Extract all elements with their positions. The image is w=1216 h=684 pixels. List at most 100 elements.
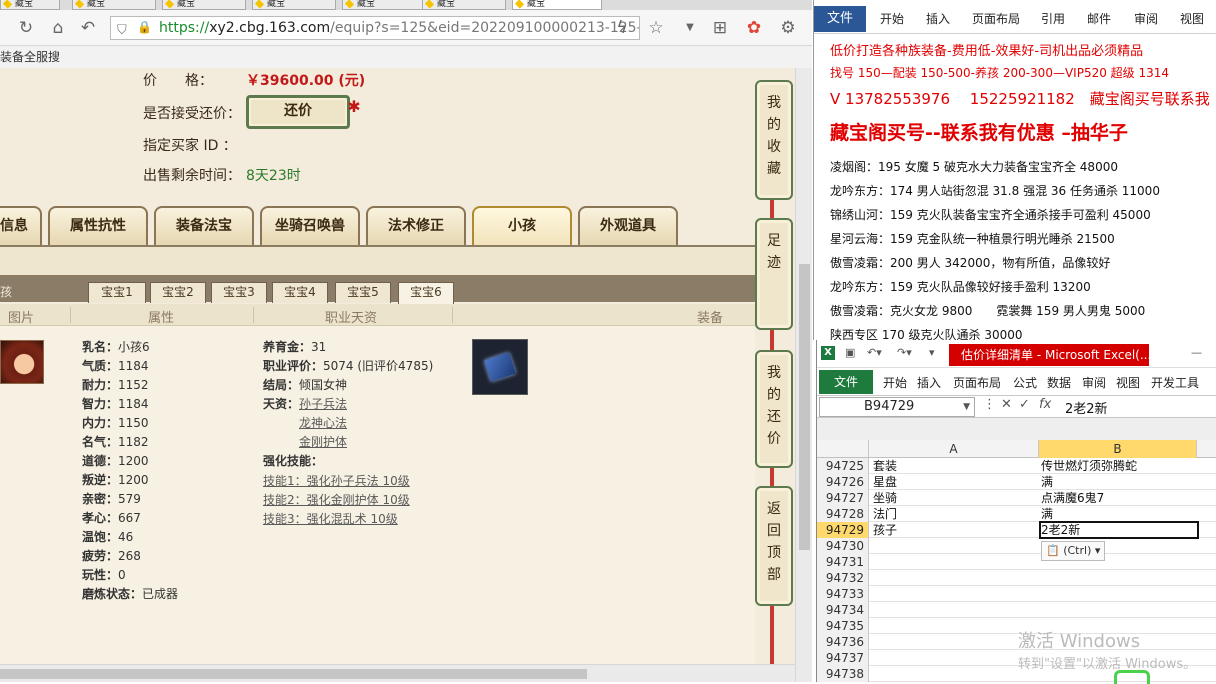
table-row[interactable]: 94726 星盘 满 — [817, 474, 1216, 490]
table-row[interactable]: 94732 — [817, 570, 1216, 586]
bookmark-item[interactable]: 装备全服搜 — [0, 50, 60, 64]
excel-tab[interactable]: 公式 — [1013, 374, 1037, 391]
baby-tab-3[interactable]: 宝宝3 — [211, 282, 267, 303]
cell-a[interactable]: 坐骑 — [873, 490, 897, 506]
tab-appearance[interactable]: 外观道具 — [578, 206, 678, 246]
tab-spells[interactable]: 法术修正 — [366, 206, 466, 246]
row-number[interactable]: 94728 — [817, 506, 869, 522]
cell-b[interactable]: 点满魔6鬼7 — [1041, 490, 1104, 506]
tab-equipment[interactable]: 装备法宝 — [154, 206, 254, 246]
browser-tab-active[interactable]: 藏宝 — [512, 0, 602, 10]
shield-icon[interactable]: ⛉ — [117, 20, 131, 38]
cell-a[interactable]: 星盘 — [873, 474, 897, 490]
browser-tab[interactable]: 藏宝 — [0, 0, 60, 10]
excel-tab[interactable]: 开始 — [883, 374, 907, 391]
table-row[interactable]: 94736 — [817, 634, 1216, 650]
vertical-scrollbar[interactable] — [795, 68, 812, 682]
equipment-item-icon[interactable] — [472, 339, 528, 395]
skill-link[interactable]: 技能3：强化混乱术 10级 — [263, 510, 398, 527]
horizontal-scrollbar[interactable] — [0, 664, 795, 682]
cancel-icon[interactable]: ✕ — [1001, 397, 1012, 412]
spreadsheet-grid[interactable]: 94725 套装 传世燃灯须弥腾蛇 94726 星盘满 94727 坐骑 点满魔6鬼7 9472… — [817, 458, 1216, 682]
talent-link[interactable]: 孙子兵法 — [299, 397, 347, 411]
tab-attributes[interactable]: 属性抗性 — [48, 206, 148, 246]
cell-a[interactable]: 法门 — [873, 506, 897, 522]
row-number[interactable]: 94727 — [817, 490, 869, 506]
minimize-icon[interactable]: — — [1191, 346, 1202, 359]
talent-link[interactable]: 金刚护体 — [299, 433, 347, 450]
skill-link[interactable]: 技能2：强化金刚护体 10级 — [263, 491, 410, 508]
scroll-thumb[interactable] — [0, 669, 587, 679]
baby-tab-2[interactable]: 宝宝2 — [150, 282, 206, 303]
table-row[interactable]: 94725 套装 传世燃灯须弥腾蛇 — [817, 458, 1216, 474]
baby-tab-1[interactable]: 宝宝1 — [88, 282, 146, 303]
word-tab[interactable]: 插入 — [926, 10, 950, 27]
word-tab[interactable]: 引用 — [1041, 10, 1065, 27]
browser-tab[interactable]: 藏宝 — [342, 0, 426, 10]
row-number[interactable]: 94729 — [817, 522, 869, 538]
baby-tab-6[interactable]: 宝宝6 — [398, 282, 454, 304]
tab-info[interactable]: 信息 — [0, 206, 42, 246]
row-number[interactable]: 94738 — [817, 666, 869, 682]
word-tab[interactable]: 视图 — [1180, 10, 1204, 27]
browser-tab[interactable]: 藏宝 — [252, 0, 336, 10]
word-tab[interactable]: 开始 — [880, 10, 904, 27]
browser-tab[interactable]: 藏宝 — [422, 0, 506, 10]
function-icon[interactable]: fx — [1039, 397, 1051, 412]
paste-options-button[interactable]: 📋 (Ctrl) ▾ — [1041, 541, 1105, 561]
column-header-a[interactable]: A — [869, 440, 1039, 458]
options-icon[interactable]: ⋮ — [983, 397, 996, 412]
table-row[interactable]: 94731 — [817, 554, 1216, 570]
chevron-down-icon[interactable]: ▼ — [680, 18, 700, 38]
table-row[interactable]: 94727 坐骑 点满魔6鬼7 — [817, 490, 1216, 506]
row-number[interactable]: 94731 — [817, 554, 869, 570]
row-number[interactable]: 94725 — [817, 458, 869, 474]
star-icon[interactable]: ☆ — [646, 18, 666, 38]
redo-icon[interactable]: ↷▾ — [897, 346, 912, 359]
excel-tab[interactable]: 数据 — [1047, 374, 1071, 391]
table-row[interactable]: 94733 — [817, 586, 1216, 602]
tab-mounts[interactable]: 坐骑召唤兽 — [260, 206, 360, 246]
table-row[interactable]: 94728 法门 满 — [817, 506, 1216, 522]
row-number[interactable]: 94737 — [817, 650, 869, 666]
cell-a[interactable]: 孩子 — [873, 522, 897, 538]
excel-tab[interactable]: 视图 — [1116, 374, 1140, 391]
row-number[interactable]: 94734 — [817, 602, 869, 618]
customize-icon[interactable]: ▾ — [929, 346, 935, 359]
row-number[interactable]: 94733 — [817, 586, 869, 602]
save-icon[interactable]: ▣ — [845, 346, 855, 359]
confirm-icon[interactable]: ✓ — [1019, 397, 1030, 412]
home-icon[interactable]: ⌂ — [48, 18, 68, 38]
cell-b[interactable]: 满 — [1041, 506, 1053, 522]
bargain-button[interactable]: 还价 ✱ — [246, 95, 361, 129]
row-number[interactable]: 94730 — [817, 538, 869, 554]
excel-tab[interactable]: 页面布局 — [953, 374, 1001, 391]
excel-tab[interactable]: 开发工具 — [1151, 374, 1199, 391]
tab-child[interactable]: 小孩 — [472, 206, 572, 246]
browser-tab[interactable]: 藏宝 — [72, 0, 156, 10]
cell-b[interactable]: 传世燃灯须弥腾蛇 — [1041, 458, 1137, 474]
cell-b[interactable]: 满 — [1041, 474, 1053, 490]
excel-tab[interactable]: 插入 — [917, 374, 941, 391]
talent-link[interactable]: 龙神心法 — [299, 414, 347, 431]
baby-tab-5[interactable]: 宝宝5 — [335, 282, 391, 303]
grid-icon[interactable]: ⊞ — [710, 18, 730, 38]
name-box[interactable]: B94729 ▼ — [819, 397, 975, 417]
chevron-down-icon[interactable]: ▼ — [963, 398, 970, 416]
formula-input[interactable]: 2老2新 — [1065, 398, 1108, 417]
table-row[interactable]: 94735 — [817, 618, 1216, 634]
row-number[interactable]: 94736 — [817, 634, 869, 650]
back-to-top-button[interactable]: 返回顶部 — [755, 486, 793, 606]
reload-icon[interactable]: ↻ — [16, 18, 36, 38]
row-number[interactable]: 94732 — [817, 570, 869, 586]
history-button[interactable]: 足迹 — [755, 218, 793, 330]
cell-a[interactable]: 套装 — [873, 458, 897, 474]
word-file-tab[interactable]: 文件 — [814, 6, 866, 32]
excel-file-tab[interactable]: 文件 — [819, 370, 873, 394]
skill-link[interactable]: 技能1：强化孙子兵法 10级 — [263, 472, 410, 489]
column-header-b[interactable]: B — [1039, 440, 1197, 458]
word-tab[interactable]: 邮件 — [1087, 10, 1111, 27]
my-favorites-button[interactable]: 我的收藏 — [755, 80, 793, 200]
row-number[interactable]: 94735 — [817, 618, 869, 634]
word-tab[interactable]: 审阅 — [1134, 10, 1158, 27]
